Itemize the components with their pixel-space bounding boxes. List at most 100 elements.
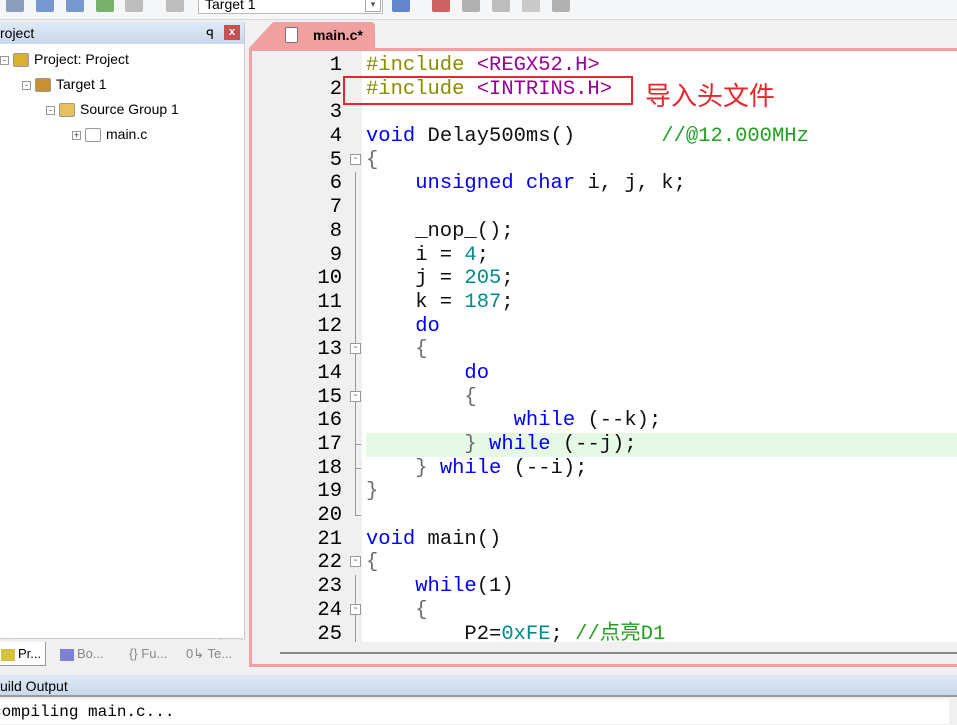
- tree-item[interactable]: + main.c: [72, 124, 147, 144]
- code-line[interactable]: 18 } while (--i);: [252, 456, 957, 481]
- token-tx: i =: [366, 243, 465, 267]
- fold-toggle-icon[interactable]: -: [350, 390, 361, 402]
- panel-tab[interactable]: 0↳ Te...: [175, 642, 235, 666]
- window-icon[interactable]: [462, 0, 480, 12]
- code-text: k = 187;: [366, 291, 513, 315]
- code-line[interactable]: 23 while(1): [252, 575, 957, 599]
- target-icon: [35, 78, 51, 93]
- rebuild-icon[interactable]: [66, 0, 84, 12]
- token-kw: do: [415, 314, 440, 338]
- code-line[interactable]: 7: [252, 196, 957, 220]
- token-tx: j =: [366, 267, 465, 291]
- code-line[interactable]: 6 unsigned char i, j, k;: [252, 172, 957, 197]
- line-number: 11: [252, 290, 342, 315]
- code-text: _nop_();: [366, 219, 514, 244]
- fold-toggle-icon[interactable]: -: [350, 343, 361, 355]
- token-kw: unsigned char: [415, 172, 588, 196]
- books-icon: [60, 648, 74, 661]
- collapse-icon[interactable]: -: [22, 80, 31, 90]
- code-text: {: [366, 149, 378, 173]
- code-line[interactable]: 24- {: [252, 598, 957, 623]
- pin-icon[interactable]: ꟼ: [206, 24, 214, 46]
- token-kw: void: [366, 125, 428, 149]
- code-line[interactable]: 19}: [252, 480, 957, 505]
- project-icon: [13, 53, 29, 68]
- code-line[interactable]: 20: [252, 504, 957, 528]
- file-icon: [285, 27, 298, 43]
- chevron-down-icon[interactable]: ▾: [365, 0, 381, 12]
- panel-tab[interactable]: Bo...: [52, 642, 114, 666]
- code-line[interactable]: 17 } while (--j);: [252, 433, 957, 457]
- code-line[interactable]: 4 void Delay500ms() //@12.000MHz: [252, 125, 957, 149]
- token-tx: _nop_();: [366, 219, 514, 243]
- token-kw: while: [415, 575, 477, 599]
- line-number: 8: [252, 219, 342, 244]
- tree-item-label: Project: Project: [34, 51, 129, 67]
- token-kw: void: [366, 527, 428, 551]
- tree-item[interactable]: - Target 1: [22, 74, 107, 94]
- token-tx: [366, 575, 415, 598]
- debug-icon[interactable]: [166, 0, 184, 12]
- code-text: } while (--i);: [366, 457, 587, 481]
- code-line[interactable]: 8 _nop_();: [252, 219, 957, 244]
- dropdown-icon[interactable]: [492, 0, 510, 12]
- code-text: void main(): [366, 528, 501, 552]
- code-line[interactable]: 15- {: [252, 385, 957, 410]
- line-number: 14: [252, 361, 342, 386]
- filter-icon[interactable]: [522, 0, 540, 12]
- code-line[interactable]: 16 while (--k);: [252, 409, 957, 434]
- code-text: while (--k);: [366, 409, 662, 433]
- panel-tab-label: Pr...: [18, 646, 42, 661]
- project-tab-icon: [1, 648, 15, 661]
- token-kw: do: [464, 361, 490, 385]
- token-num: 205: [464, 267, 502, 291]
- code-line[interactable]: 14 do: [252, 361, 957, 386]
- component-icon[interactable]: [432, 0, 450, 12]
- code-text: {: [366, 599, 427, 623]
- editor-horizontal-scrollbar[interactable]: [252, 642, 957, 664]
- expand-icon[interactable]: +: [72, 130, 81, 140]
- options-icon[interactable]: [125, 0, 143, 12]
- code-line[interactable]: 5-{: [252, 148, 957, 173]
- download-icon[interactable]: [96, 0, 114, 12]
- panel-title-text: roject: [0, 25, 35, 41]
- tree-item-label: Target 1: [56, 76, 107, 92]
- target-select-value: Target 1: [205, 0, 256, 12]
- token-tx: [366, 457, 415, 480]
- code-line[interactable]: 12 do: [252, 314, 957, 339]
- target-select[interactable]: Target 1 ▾: [198, 0, 383, 14]
- line-number: 4: [252, 125, 342, 149]
- code-line[interactable]: 13- {: [252, 338, 957, 362]
- code-line[interactable]: 22-{: [252, 551, 957, 576]
- tree-item[interactable]: - Source Group 1: [46, 99, 179, 119]
- panel-tab[interactable]: Pr...: [0, 642, 46, 666]
- fold-toggle-icon[interactable]: -: [350, 556, 361, 568]
- batch-build-icon[interactable]: [6, 0, 24, 12]
- settings-icon[interactable]: [552, 0, 570, 12]
- code-line[interactable]: 10 j = 205;: [252, 267, 957, 291]
- code-text: } while (--j);: [366, 433, 636, 457]
- collapse-icon[interactable]: -: [0, 55, 9, 65]
- manage-icon[interactable]: [392, 0, 410, 12]
- token-tx: (1): [476, 575, 514, 599]
- code-line[interactable]: 21 void main(): [252, 527, 957, 552]
- line-number: 21: [252, 527, 342, 552]
- token-tx: ;: [476, 243, 490, 267]
- code-line[interactable]: 9 i = 4;: [252, 243, 957, 268]
- tree-item[interactable]: - Project: Project: [0, 49, 129, 69]
- code-text: #include <REGX52.H>: [366, 54, 600, 78]
- code-line[interactable]: 11 k = 187;: [252, 290, 957, 315]
- close-icon[interactable]: x: [224, 25, 240, 40]
- code-text: {: [366, 386, 476, 410]
- code-line[interactable]: 1 #include <REGX52.H>: [252, 54, 957, 78]
- code-editor[interactable]: 1 #include <REGX52.H> 2 #include <INTRINS.H…: [249, 48, 957, 667]
- fold-toggle-icon[interactable]: -: [350, 153, 361, 165]
- build-icon[interactable]: [36, 0, 54, 12]
- panel-tab[interactable]: {} Fu...: [118, 642, 173, 666]
- tree-item-label: Source Group 1: [80, 101, 179, 117]
- line-number: 12: [252, 314, 342, 339]
- fold-toggle-icon[interactable]: -: [350, 603, 361, 615]
- tab-main-c[interactable]: main.c*: [271, 22, 375, 48]
- token-kw: while: [439, 456, 514, 480]
- collapse-icon[interactable]: -: [46, 105, 55, 115]
